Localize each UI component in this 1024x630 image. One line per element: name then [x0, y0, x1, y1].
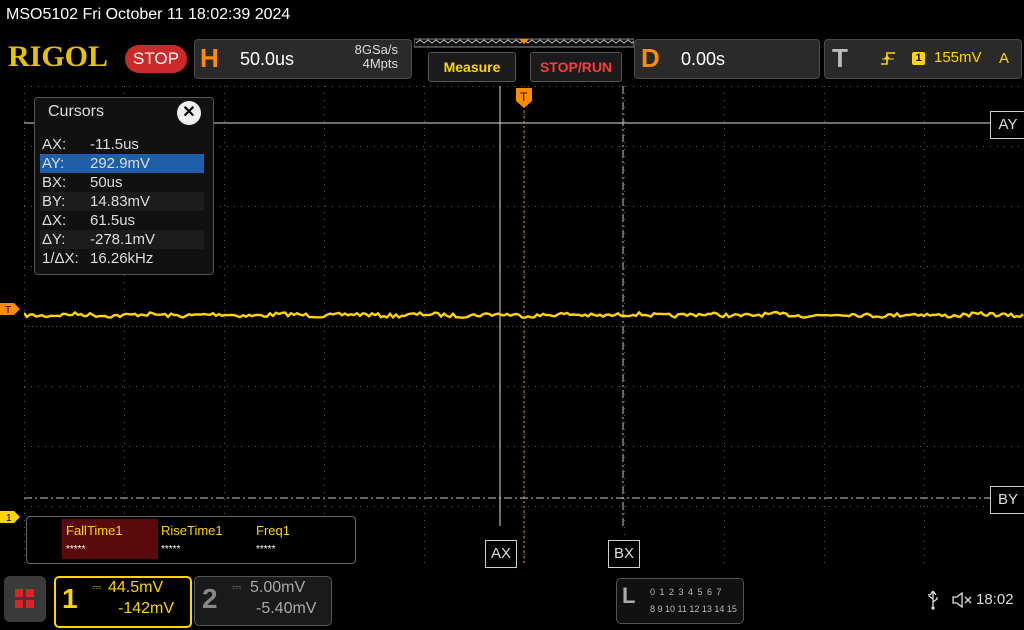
- cursor-row-key: BY:: [42, 193, 66, 210]
- horizontal-letter: H: [200, 43, 219, 73]
- cursor-row-value: 61.5us: [90, 212, 136, 229]
- trigger-position-marker-text: T: [520, 90, 528, 104]
- cursor-row-key: ΔY:: [42, 231, 66, 248]
- logic-letter: L: [622, 583, 636, 608]
- trigger-level: 155mV: [934, 49, 982, 66]
- dc-coupling-icon: ⎓: [92, 580, 102, 594]
- close-icon[interactable]: ✕: [177, 101, 201, 125]
- cursor-row[interactable]: ΔY: -278.1mV: [40, 230, 204, 249]
- trigger-letter: T: [832, 43, 848, 73]
- menu-grid-icon[interactable]: [4, 576, 46, 622]
- measurement-falltime-label[interactable]: FallTime1: [66, 523, 123, 538]
- cursor-row[interactable]: AY: 292.9mV: [40, 154, 204, 173]
- delay-letter: D: [641, 43, 660, 73]
- cursor-row-value: 14.83mV: [90, 193, 151, 210]
- measurement-risetime-value: *****: [161, 544, 181, 555]
- cursor-row-key: AX:: [42, 136, 67, 153]
- cursor-ax-tag[interactable]: AX: [485, 540, 517, 568]
- logic-channels-high: 8 9 10 11 12 13 14 15: [650, 604, 737, 614]
- logic-channels-low: 0 1 2 3 4 5 6 7: [650, 587, 723, 597]
- measurement-freq-value: *****: [256, 544, 276, 555]
- channel1-offset: -142mV: [118, 600, 175, 617]
- rigol-logo: RIGOL: [8, 40, 109, 73]
- trigger-mode: A: [999, 50, 1010, 67]
- channel1-number: 1: [62, 583, 78, 614]
- cursor-row-value: 16.26kHz: [90, 250, 154, 267]
- cursor-bx-tag[interactable]: BX: [608, 540, 640, 568]
- sample-rate: 8GSa/s: [354, 42, 398, 57]
- run-state-badge[interactable]: STOP: [125, 45, 187, 73]
- cursor-row-key: AY:: [42, 155, 65, 172]
- channel2-number: 2: [202, 583, 218, 614]
- channel1-offset-marker[interactable]: 1: [0, 511, 20, 523]
- cursor-by-tag[interactable]: BY: [990, 486, 1024, 514]
- stop-run-button[interactable]: STOP/RUN: [530, 52, 622, 82]
- dc-coupling-icon: ⎓: [232, 580, 242, 594]
- cursor-ay-tag[interactable]: AY: [990, 111, 1024, 139]
- measurement-falltime-value: *****: [66, 544, 86, 555]
- trigger-level-marker[interactable]: T: [0, 303, 20, 315]
- speaker-mute-icon[interactable]: [952, 591, 972, 609]
- cursor-row-key: ΔX:: [42, 212, 67, 229]
- cursor-row-value: -11.5us: [90, 136, 139, 153]
- sample-info: 8GSa/s 4Mpts: [340, 43, 398, 71]
- cursor-row-key: BX:: [42, 174, 67, 191]
- cursor-row[interactable]: BX: 50us: [40, 173, 204, 192]
- cursors-title: Cursors: [48, 103, 105, 120]
- memory-depth: 4Mpts: [362, 56, 398, 71]
- channel2-offset: -5.40mV: [256, 600, 317, 617]
- cursor-row[interactable]: ΔX: 61.5us: [40, 211, 204, 230]
- delay-value: 0.00s: [681, 49, 726, 69]
- trigger-level-marker-text: T: [5, 305, 11, 315]
- cursor-row-key: 1/ΔX:: [42, 250, 79, 267]
- cursor-row-value: -278.1mV: [90, 231, 156, 248]
- cursor-row[interactable]: AX: -11.5us: [40, 135, 204, 154]
- clock: 18:02: [976, 591, 1014, 608]
- trigger-position-marker[interactable]: T: [516, 88, 532, 108]
- rising-edge-icon: [881, 52, 895, 65]
- trigger-channel-badge: 1: [912, 52, 925, 65]
- cursor-row-value: 292.9mV: [90, 155, 151, 172]
- channel1-scale: 44.5mV: [108, 579, 164, 596]
- channel2-scale: 5.00mV: [250, 579, 306, 596]
- model-datetime: MSO5102 Fri October 11 18:02:39 2024: [6, 6, 291, 23]
- cursor-row[interactable]: 1/ΔX: 16.26kHz: [40, 249, 204, 268]
- delay-settings[interactable]: [634, 39, 820, 79]
- timebase-value: 50.0us: [240, 49, 295, 69]
- usb-icon: [928, 590, 938, 610]
- cursor-row-value: 50us: [90, 174, 123, 191]
- trigger-position-strip: [414, 38, 634, 48]
- cursor-row[interactable]: BY: 14.83mV: [40, 192, 204, 211]
- channel1-marker-text: 1: [6, 513, 12, 523]
- measurement-freq-label[interactable]: Freq1: [256, 523, 290, 538]
- measurement-risetime-label[interactable]: RiseTime1: [161, 523, 223, 538]
- measure-button[interactable]: Measure: [428, 52, 516, 82]
